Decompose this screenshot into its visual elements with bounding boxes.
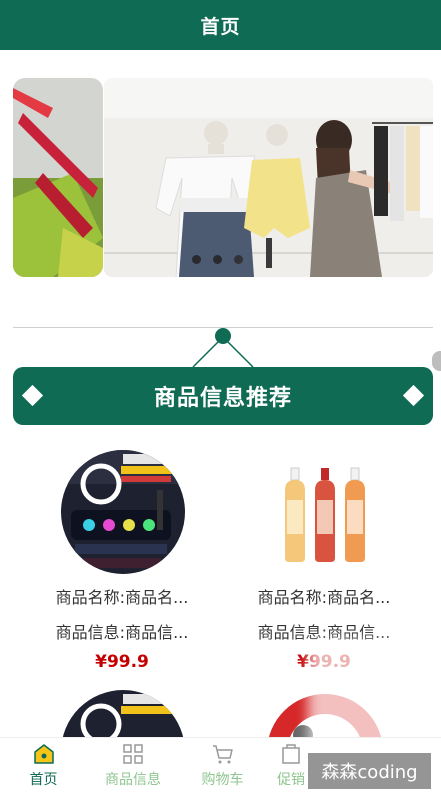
- diamond-icon: [402, 384, 425, 407]
- product-info: 商品信息:商品信...: [55, 623, 189, 642]
- top-nav-bar: 首页: [0, 0, 441, 50]
- product-image[interactable]: [61, 450, 185, 574]
- section-header-recommend: 商品信息推荐: [13, 367, 433, 425]
- tab-label: 商品信息: [105, 772, 161, 788]
- scroll-handle[interactable]: [432, 351, 441, 371]
- carousel-dot-active[interactable]: [234, 255, 243, 264]
- grid-icon: [123, 744, 143, 764]
- watermark: 森森coding: [308, 753, 431, 789]
- carousel-slide-prev[interactable]: [13, 78, 103, 277]
- product-image[interactable]: [263, 450, 387, 574]
- product-card[interactable]: 商品名称:商品名... 商品信息:商品信... ¥99.9: [22, 450, 222, 680]
- product-name: 商品名称:商品名...: [55, 588, 189, 607]
- carousel-slide-current[interactable]: [104, 78, 433, 277]
- product-image[interactable]: [61, 690, 185, 740]
- product-card[interactable]: [22, 690, 222, 740]
- home-icon: [33, 744, 54, 764]
- image-carousel[interactable]: [0, 50, 441, 315]
- section-title: 商品信息推荐: [153, 386, 292, 411]
- tab-label: 购物车: [201, 772, 244, 788]
- ktv-mic-photo: [61, 450, 185, 574]
- page-title: 首页: [200, 15, 241, 38]
- carousel-dot[interactable]: [192, 255, 201, 264]
- bag-photo: [13, 78, 103, 277]
- product-name: 商品名称:商品名...: [257, 588, 391, 607]
- fashion-store-photo: [104, 78, 433, 277]
- tab-cart[interactable]: 购物车: [179, 738, 266, 799]
- tab-label: 首页: [29, 772, 58, 788]
- juice-bottles-photo: [263, 450, 387, 574]
- diamond-icon: [21, 384, 44, 407]
- divider-dot: [215, 328, 231, 344]
- tab-label: 促销: [277, 772, 305, 788]
- carousel-indicators: [192, 255, 243, 264]
- tab-home[interactable]: 首页: [0, 738, 87, 799]
- cart-icon: [212, 745, 233, 764]
- tab-products[interactable]: 商品信息: [87, 738, 179, 799]
- ktv-mic-photo: [61, 690, 185, 740]
- product-price: ¥99.9: [95, 652, 149, 672]
- promo-icon: [282, 744, 300, 764]
- carousel-dot[interactable]: [213, 255, 222, 264]
